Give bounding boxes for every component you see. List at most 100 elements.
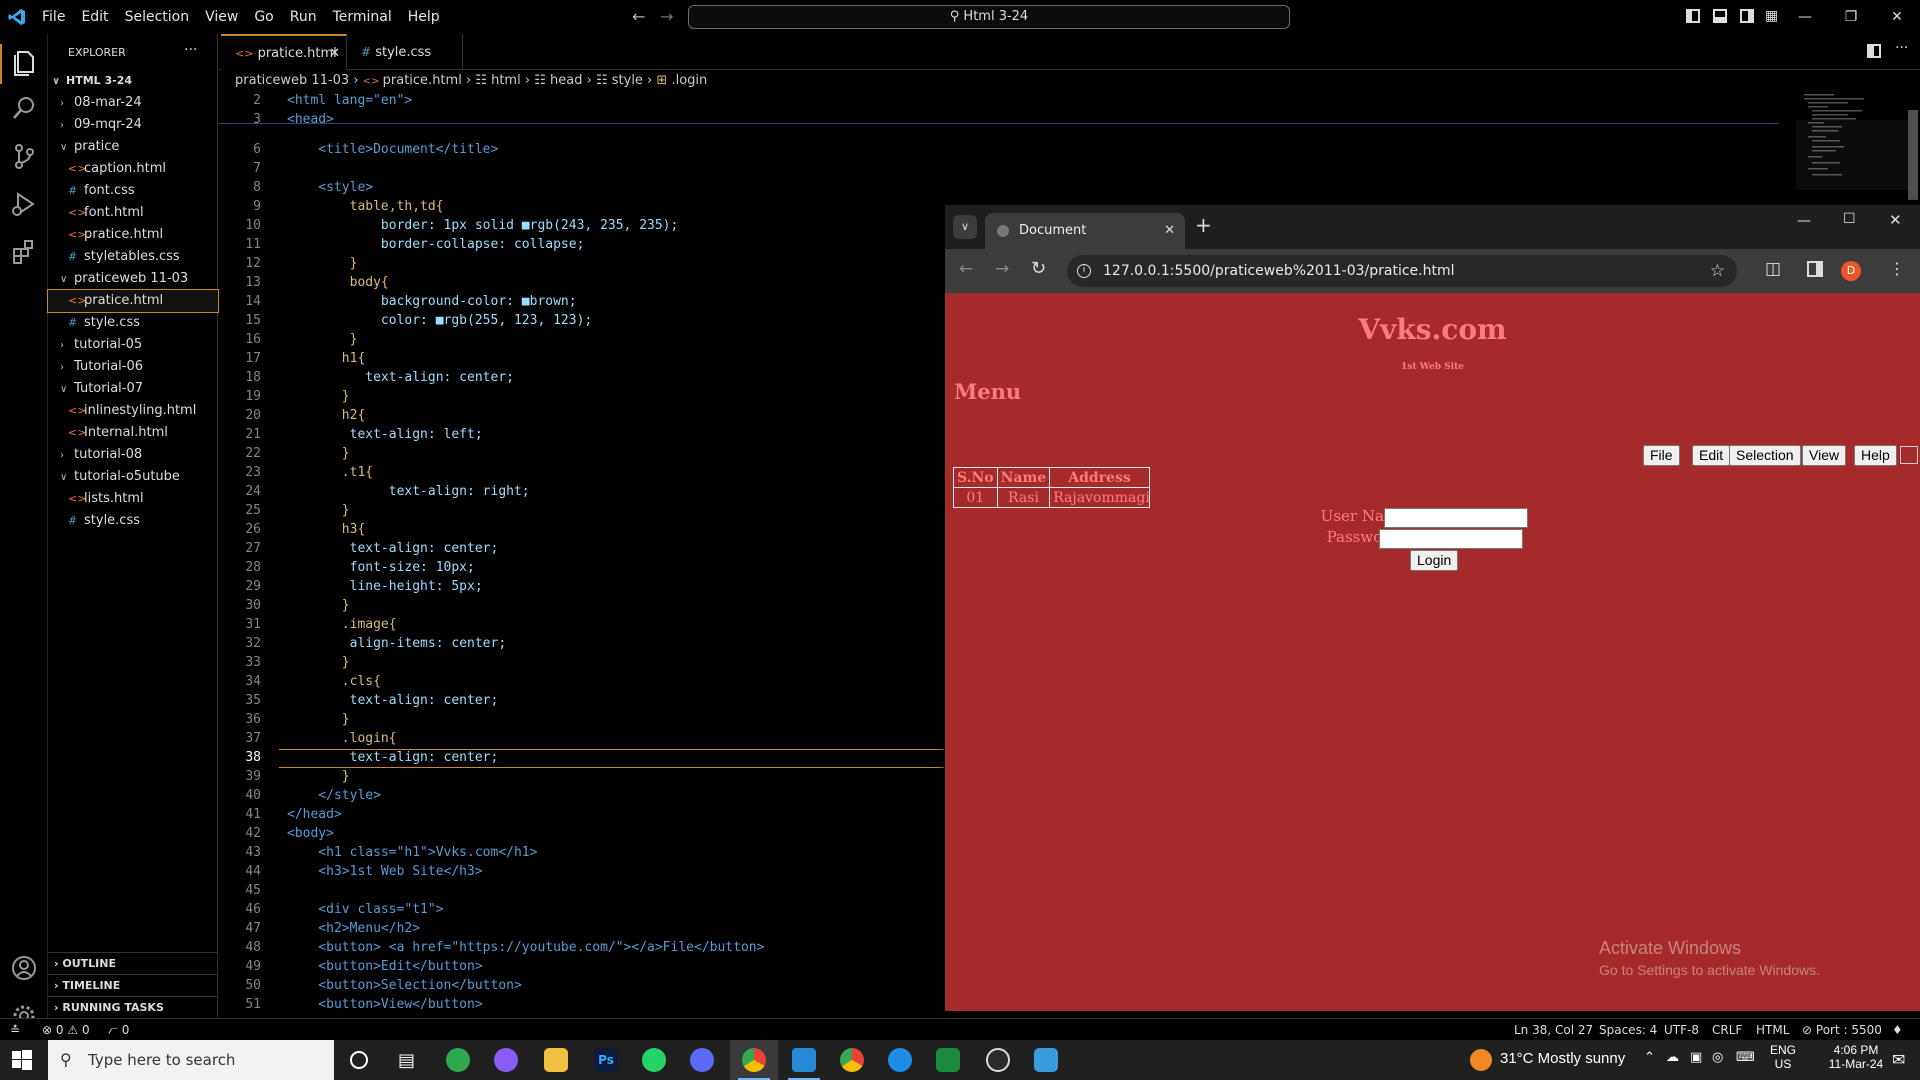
page-selection-button[interactable]: Selection <box>1729 445 1801 466</box>
weather-sun-icon[interactable] <box>1470 1049 1492 1071</box>
indentation[interactable]: Spaces: 4 <box>1599 1019 1657 1041</box>
split-editor-icon[interactable] <box>1867 44 1881 58</box>
ports-indicator[interactable]: ⦧ 0 <box>108 1019 129 1041</box>
tree-folder[interactable]: ∨ tutorial-o5utube <box>48 466 218 488</box>
close-tab-icon[interactable]: ✕ <box>1164 213 1175 249</box>
restore-icon[interactable]: ❐ <box>1828 0 1874 34</box>
whatsapp-icon[interactable] <box>642 1048 666 1072</box>
tab-style-css[interactable]: # style.css <box>347 34 463 70</box>
workspace-root[interactable]: ∨ HTML 3-24 <box>48 70 218 92</box>
live-server-port[interactable]: ⊘ Port : 5500 <box>1802 1019 1882 1041</box>
page-help-button[interactable]: Help <box>1854 445 1897 466</box>
problems-indicator[interactable]: ⊗ 0 ⚠ 0 <box>42 1019 90 1041</box>
accounts-icon[interactable] <box>8 952 40 984</box>
input-language[interactable]: ENG US <box>1766 1043 1800 1071</box>
tree-file[interactable]: <>pratice.html <box>47 289 219 313</box>
media-player-icon[interactable] <box>986 1048 1010 1072</box>
tree-folder[interactable]: › 09-mqr-24 <box>48 114 218 136</box>
breadcrumb-item[interactable]: .login <box>671 73 707 88</box>
tree-folder[interactable]: › 08-mar-24 <box>48 92 218 114</box>
menu-help[interactable]: Help <box>400 0 448 34</box>
encoding[interactable]: UTF-8 <box>1664 1019 1699 1041</box>
search-icon[interactable] <box>8 92 40 124</box>
page-edit-button[interactable]: Edit <box>1692 445 1731 466</box>
vertical-scrollbar[interactable] <box>1908 110 1918 200</box>
extensions-puzzle-icon[interactable]: ◫ <box>1765 259 1781 279</box>
tree-folder[interactable]: › Tutorial-06 <box>48 356 218 378</box>
menu-selection[interactable]: Selection <box>117 0 198 34</box>
back-arrow-icon[interactable]: ← <box>632 7 645 26</box>
close-tab-icon[interactable]: ✕ <box>329 36 340 72</box>
maximize-icon[interactable]: ☐ <box>1843 211 1856 227</box>
remote-icon[interactable]: ≛ <box>10 1019 20 1041</box>
language-mode[interactable]: HTML <box>1756 1019 1789 1041</box>
keyboard-icon[interactable]: ⌨ <box>1736 1050 1755 1065</box>
page-view-button[interactable]: View <box>1802 445 1847 466</box>
minimize-icon[interactable]: — <box>1797 213 1811 229</box>
tree-folder[interactable]: ∨ praticeweb 11-03 <box>48 268 218 290</box>
file-explorer-icon[interactable] <box>544 1048 568 1072</box>
tree-file[interactable]: <>Internal.html <box>48 422 218 444</box>
photos-icon[interactable] <box>1034 1048 1058 1072</box>
username-input[interactable] <box>1384 508 1528 528</box>
taskbar-search-box[interactable]: ⚲ Type here to search <box>48 1040 334 1080</box>
forward-arrow-icon[interactable]: → <box>660 7 673 26</box>
breadcrumb-item[interactable]: head <box>550 73 582 88</box>
tree-file[interactable]: <>font.html <box>48 202 218 224</box>
tree-file[interactable]: <>caption.html <box>48 158 218 180</box>
show-hidden-icons-icon[interactable]: ⌃ <box>1644 1050 1655 1065</box>
browser-menu-icon[interactable]: ⋮ <box>1889 259 1905 278</box>
run-debug-icon[interactable] <box>8 188 40 220</box>
menu-edit[interactable]: Edit <box>73 0 116 34</box>
tree-folder[interactable]: › tutorial-08 <box>48 444 218 466</box>
copilot-icon[interactable] <box>690 1048 714 1072</box>
more-actions-icon[interactable]: ··· <box>184 42 197 58</box>
tree-file[interactable]: # font.css <box>48 180 218 202</box>
browser-tab-document[interactable]: Document ✕ <box>985 213 1185 249</box>
breadcrumb-item[interactable]: html <box>491 73 521 88</box>
address-bar[interactable]: i 127.0.0.1:5500/praticeweb%2011-03/prat… <box>1067 255 1737 287</box>
back-arrow-icon[interactable]: ← <box>959 259 973 279</box>
site-info-icon[interactable]: i <box>1077 264 1091 278</box>
tree-file[interactable]: <>pratice.html <box>48 224 218 246</box>
breadcrumb-item[interactable]: style <box>612 73 643 88</box>
reload-icon[interactable]: ↻ <box>1031 258 1046 279</box>
tab-pratice-html[interactable]: <> pratice.html ✕ <box>221 34 347 70</box>
onedrive-icon[interactable]: ☁ <box>1666 1050 1679 1065</box>
explorer-icon[interactable] <box>8 46 40 78</box>
extensions-icon[interactable] <box>8 236 40 268</box>
forward-arrow-icon[interactable]: → <box>995 259 1009 279</box>
edge-dev-icon[interactable] <box>446 1048 470 1072</box>
new-tab-icon[interactable]: + <box>1195 213 1212 237</box>
windows-start-icon[interactable] <box>12 1050 32 1070</box>
cortana-icon[interactable] <box>350 1051 368 1069</box>
tree-folder[interactable]: ∨ pratice <box>48 136 218 158</box>
source-control-icon[interactable] <box>8 140 40 172</box>
chrome-taskbar-button[interactable] <box>730 1040 778 1080</box>
tree-folder[interactable]: ∨ Tutorial-07 <box>48 378 218 400</box>
customize-layout-icon[interactable]: ▦ <box>1765 8 1778 24</box>
visual-studio-icon[interactable] <box>494 1048 518 1072</box>
network-icon[interactable]: ▣ <box>1690 1050 1702 1065</box>
tree-file[interactable]: <>lists.html <box>48 488 218 510</box>
close-icon[interactable]: ✕ <box>1889 211 1902 229</box>
photoshop-icon[interactable]: Ps <box>594 1048 618 1072</box>
timeline-section[interactable]: › TIMELINE <box>48 974 218 996</box>
tree-file[interactable]: # style.css <box>48 312 218 334</box>
menu-go[interactable]: Go <box>246 0 281 34</box>
page-file-button[interactable]: File <box>1643 445 1680 466</box>
running-tasks-section[interactable]: › RUNNING TASKS <box>48 996 218 1018</box>
breadcrumb-item[interactable]: praticeweb 11-03 <box>235 73 349 88</box>
outline-section[interactable]: › OUTLINE <box>48 952 218 974</box>
notification-center-icon[interactable]: ✉ <box>1892 1050 1905 1069</box>
edge-icon[interactable] <box>888 1048 912 1072</box>
close-icon[interactable]: ✕ <box>1874 0 1920 34</box>
notifications-bell-icon[interactable]: ♦ <box>1892 1019 1903 1041</box>
chrome-alt-icon[interactable] <box>840 1048 864 1072</box>
toggle-secondary-sidebar-icon[interactable] <box>1740 9 1754 23</box>
menu-terminal[interactable]: Terminal <box>325 0 400 34</box>
tab-search-icon[interactable]: ∨ <box>953 215 977 239</box>
side-panel-icon[interactable] <box>1807 261 1823 277</box>
toggle-sidebar-icon[interactable] <box>1686 9 1700 23</box>
cursor-position[interactable]: Ln 38, Col 27 <box>1514 1019 1593 1041</box>
